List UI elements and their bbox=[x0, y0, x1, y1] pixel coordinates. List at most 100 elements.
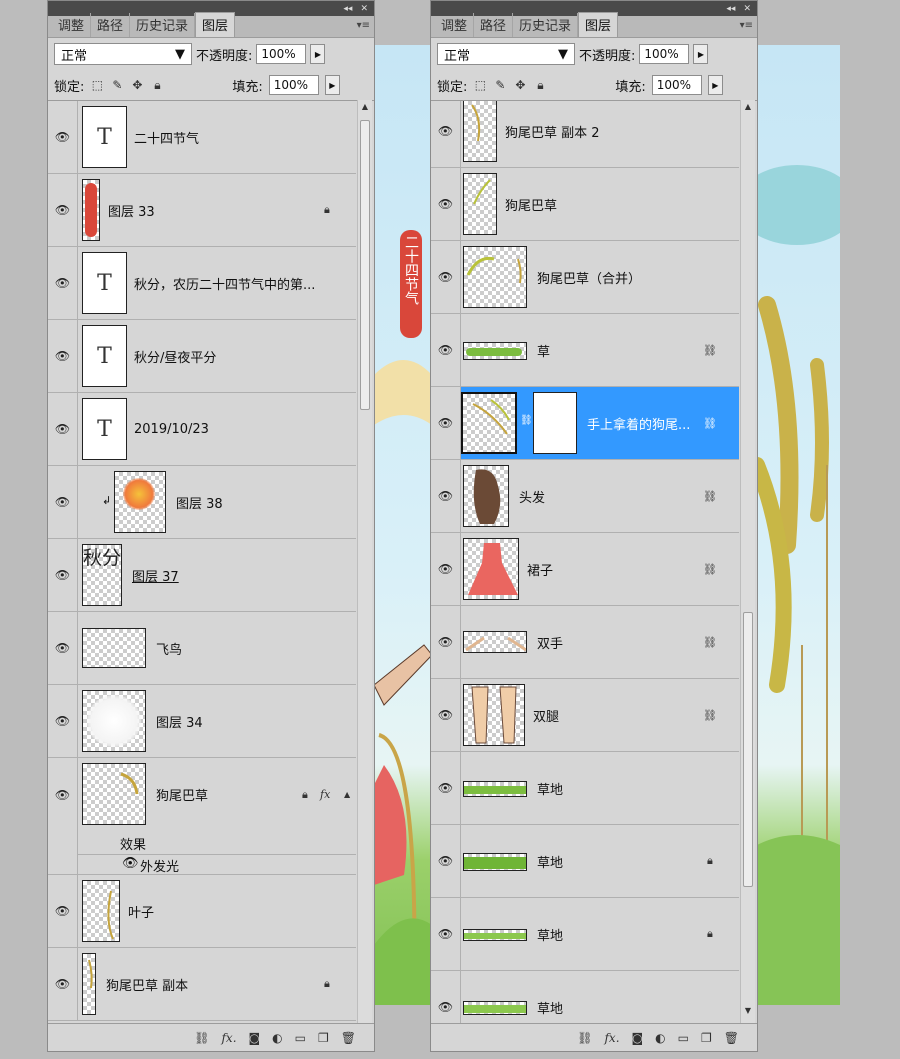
folder-icon[interactable]: ▭ bbox=[295, 1031, 306, 1045]
opacity-input[interactable]: 100% bbox=[639, 44, 690, 64]
visibility-eye-icon[interactable]: 👁︎ bbox=[48, 466, 78, 538]
opacity-input[interactable]: 100% bbox=[256, 44, 307, 64]
layer-row[interactable]: 👁︎ 草地 bbox=[431, 752, 739, 825]
layer-row[interactable]: 👁︎ 草 ⛓ bbox=[431, 314, 739, 387]
visibility-eye-icon[interactable]: 👁︎ bbox=[48, 685, 78, 757]
layer-row[interactable]: 👁︎ 双手 ⛓ bbox=[431, 606, 739, 679]
fill-slider-button[interactable]: ▶ bbox=[324, 75, 340, 95]
layer-row[interactable]: 👁︎ 头发 ⛓ bbox=[431, 460, 739, 533]
visibility-eye-icon[interactable]: 👁︎ bbox=[431, 752, 461, 824]
visibility-eye-icon[interactable]: 👁︎ bbox=[431, 679, 461, 751]
layer-mask-thumbnail[interactable] bbox=[533, 392, 577, 454]
scroll-up-icon[interactable]: ▲ bbox=[358, 102, 372, 117]
visibility-eye-icon[interactable]: 👁︎ bbox=[431, 387, 461, 459]
visibility-eye-icon[interactable]: 👁︎ bbox=[48, 101, 78, 173]
layer-row[interactable]: 👁︎ 图层 33 🔒︎ bbox=[48, 174, 356, 247]
scrollbar-thumb[interactable] bbox=[743, 612, 753, 887]
visibility-eye-icon[interactable]: 👁︎ bbox=[48, 320, 78, 392]
fill-slider-button[interactable]: ▶ bbox=[707, 75, 723, 95]
visibility-eye-icon[interactable]: 👁︎ bbox=[48, 247, 78, 319]
collapse-icon[interactable]: ◂◂ bbox=[726, 4, 735, 14]
lock-all-icon[interactable]: 🔒︎ bbox=[150, 78, 164, 93]
layer-row[interactable]: 👁︎ 狗尾巴草 副本 🔒︎ bbox=[48, 948, 356, 1021]
tab-history[interactable]: 历史记录 bbox=[130, 13, 196, 37]
mask-icon[interactable]: ◙ bbox=[249, 1031, 261, 1045]
visibility-eye-icon[interactable]: 👁︎ bbox=[431, 168, 461, 240]
layer-list-scrollbar[interactable]: ▲ ▼ bbox=[740, 100, 755, 1023]
layer-row[interactable]: 👁︎ 图层 34 bbox=[48, 685, 356, 758]
fx-icon[interactable]: fx. bbox=[604, 1031, 619, 1045]
layer-row-selected[interactable]: 👁︎ ⛓ 手上拿着的狗尾... ⛓ bbox=[431, 387, 739, 460]
layer-row[interactable]: 👁︎ T 二十四节气 bbox=[48, 101, 356, 174]
close-icon[interactable]: ✕ bbox=[360, 4, 368, 14]
blend-mode-select[interactable]: 正常 ▼ bbox=[54, 43, 192, 65]
tab-adjustments[interactable]: 调整 bbox=[52, 13, 92, 37]
new-layer-icon[interactable]: ❐ bbox=[701, 1031, 712, 1045]
visibility-eye-icon[interactable]: 👁︎ bbox=[431, 606, 461, 678]
scroll-up-icon[interactable]: ▲ bbox=[741, 102, 755, 117]
new-layer-icon[interactable]: ❐ bbox=[318, 1031, 329, 1045]
layer-row[interactable]: 👁︎ 飞鸟 bbox=[48, 612, 356, 685]
blend-mode-select[interactable]: 正常 ▼ bbox=[437, 43, 575, 65]
link-icon[interactable]: ⛓ bbox=[194, 1031, 209, 1045]
adjustment-icon[interactable]: ◐ bbox=[272, 1031, 282, 1045]
scrollbar-thumb[interactable] bbox=[360, 120, 370, 410]
visibility-eye-icon[interactable]: 👁︎ bbox=[431, 533, 461, 605]
layer-row[interactable]: 👁︎ 狗尾巴草 🔒︎ fx ▲ 效果 👁︎ 外发光 bbox=[48, 758, 356, 875]
layer-row[interactable]: 👁︎ 狗尾巴草（合并） bbox=[431, 241, 739, 314]
lock-all-icon[interactable]: 🔒︎ bbox=[533, 78, 547, 93]
visibility-eye-icon[interactable]: 👁︎ bbox=[48, 539, 78, 611]
visibility-eye-icon[interactable]: 👁︎ bbox=[431, 241, 461, 313]
layer-row[interactable]: 👁︎ 狗尾巴草 bbox=[431, 168, 739, 241]
visibility-eye-icon[interactable]: 👁︎ bbox=[48, 758, 78, 831]
mask-icon[interactable]: ◙ bbox=[632, 1031, 644, 1045]
tab-layers[interactable]: 图层 bbox=[578, 12, 619, 37]
lock-position-icon[interactable]: ✥ bbox=[130, 78, 144, 92]
visibility-eye-icon[interactable]: 👁︎ bbox=[48, 393, 78, 465]
lock-transparency-icon[interactable]: ⬚ bbox=[90, 78, 104, 92]
scroll-down-icon[interactable]: ▼ bbox=[741, 1006, 755, 1021]
visibility-eye-icon[interactable]: 👁︎ bbox=[431, 460, 461, 532]
trash-icon[interactable]: 🗑︎ bbox=[724, 1031, 739, 1045]
layer-row[interactable]: 👁︎ 双腿 ⛓ bbox=[431, 679, 739, 752]
folder-icon[interactable]: ▭ bbox=[678, 1031, 689, 1045]
panel-menu-icon[interactable]: ▾≡ bbox=[357, 20, 370, 31]
visibility-eye-icon[interactable]: 👁︎ bbox=[431, 971, 461, 1023]
tab-history[interactable]: 历史记录 bbox=[513, 13, 579, 37]
effect-outer-glow[interactable]: 外发光 bbox=[140, 856, 179, 875]
collapse-icon[interactable]: ◂◂ bbox=[343, 4, 352, 14]
opacity-slider-button[interactable]: ▶ bbox=[693, 44, 709, 64]
expand-effects-icon[interactable]: ▲ bbox=[344, 758, 350, 831]
layer-list-scrollbar[interactable]: ▲ bbox=[357, 100, 372, 1023]
mask-link-icon[interactable]: ⛓ bbox=[520, 415, 533, 426]
fx-icon[interactable]: fx. bbox=[221, 1031, 236, 1045]
effect-visibility-eye-icon[interactable]: 👁︎ bbox=[122, 856, 139, 871]
lock-pixels-icon[interactable]: ✎ bbox=[493, 78, 507, 92]
visibility-eye-icon[interactable]: 👁︎ bbox=[48, 875, 78, 947]
layer-row[interactable]: 👁︎ 裙子 ⛓ bbox=[431, 533, 739, 606]
visibility-eye-icon[interactable]: 👁︎ bbox=[48, 948, 78, 1020]
visibility-eye-icon[interactable]: 👁︎ bbox=[431, 898, 461, 970]
visibility-eye-icon[interactable]: 👁︎ bbox=[48, 174, 78, 246]
link-icon[interactable]: ⛓ bbox=[577, 1031, 592, 1045]
opacity-slider-button[interactable]: ▶ bbox=[310, 44, 326, 64]
lock-pixels-icon[interactable]: ✎ bbox=[110, 78, 124, 92]
tab-paths[interactable]: 路径 bbox=[91, 13, 131, 37]
layer-row[interactable]: 👁︎ 叶子 bbox=[48, 875, 356, 948]
fill-input[interactable]: 100% bbox=[651, 75, 702, 95]
layer-row[interactable]: 👁︎ T 秋分/昼夜平分 bbox=[48, 320, 356, 393]
visibility-eye-icon[interactable]: 👁︎ bbox=[48, 612, 78, 684]
layer-row[interactable]: 👁︎ 草地 🔒︎ bbox=[431, 898, 739, 971]
layer-row[interactable]: 👁︎ 草地 bbox=[431, 971, 739, 1023]
layer-row[interactable]: 👁︎ T 秋分，农历二十四节气中的第... bbox=[48, 247, 356, 320]
tab-adjustments[interactable]: 调整 bbox=[435, 13, 475, 37]
fill-input[interactable]: 100% bbox=[268, 75, 319, 95]
close-icon[interactable]: ✕ bbox=[743, 4, 751, 14]
layer-row[interactable]: 👁︎ 秋分 图层 37 bbox=[48, 539, 356, 612]
lock-position-icon[interactable]: ✥ bbox=[513, 78, 527, 92]
tab-paths[interactable]: 路径 bbox=[474, 13, 514, 37]
layer-row[interactable]: 👁︎ 草地 🔒︎ bbox=[431, 825, 739, 898]
visibility-eye-icon[interactable]: 👁︎ bbox=[431, 101, 461, 167]
tab-layers[interactable]: 图层 bbox=[195, 12, 236, 37]
fx-badge[interactable]: fx bbox=[320, 758, 330, 831]
